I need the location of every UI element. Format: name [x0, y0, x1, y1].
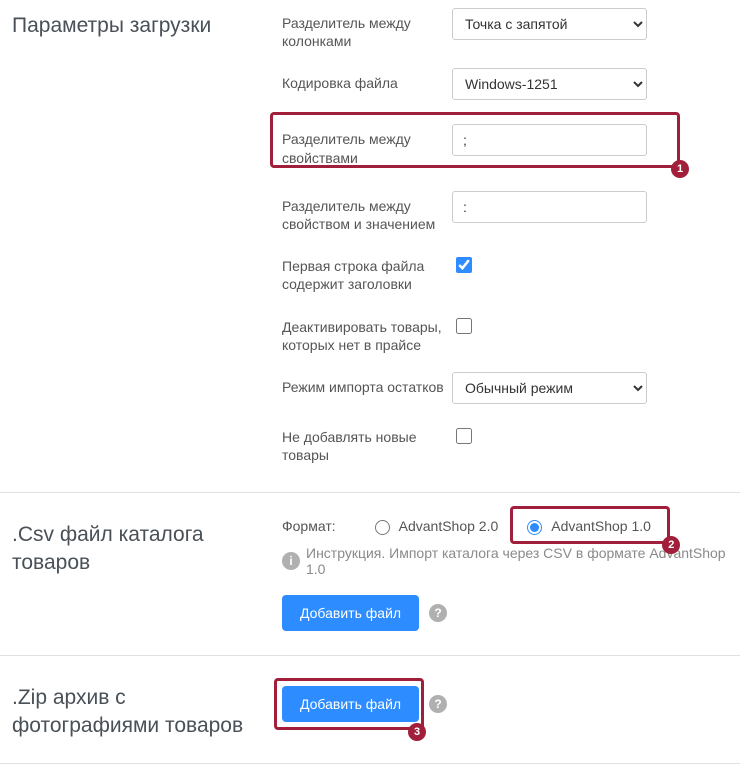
field-control — [452, 124, 728, 156]
info-icon: i — [282, 552, 300, 570]
csv-add-file-row: Добавить файл ? — [282, 595, 728, 631]
csv-add-file-button[interactable]: Добавить файл — [282, 595, 419, 631]
section-title-zip: .Zip архив с фотографиями товаров — [12, 680, 262, 739]
field-label: Деактивировать товары, которых нет в пра… — [282, 312, 452, 354]
field-label: Не добавлять новые товары — [282, 422, 452, 464]
stock-import-mode-select[interactable]: Обычный режим — [452, 372, 647, 404]
field-column-sep: Разделитель между колонками Точка с запя… — [282, 8, 728, 50]
annotation-badge-3: 3 — [408, 723, 426, 741]
help-icon[interactable]: ? — [429, 695, 447, 713]
annotation-badge-1: 1 — [671, 160, 689, 178]
field-label: Разделитель между колонками — [282, 8, 452, 50]
no-add-new-checkbox[interactable] — [456, 428, 472, 444]
field-encoding: Кодировка файла Windows-1251 — [282, 68, 728, 100]
section-body: 3 Добавить файл ? — [262, 680, 728, 739]
encoding-select[interactable]: Windows-1251 — [452, 68, 647, 100]
field-label: Первая строка файла содержит заголовки — [282, 251, 452, 293]
radio-advantshop-2-input[interactable] — [375, 520, 390, 535]
section-title-upload-params: Параметры загрузки — [12, 8, 262, 468]
column-sep-select[interactable]: Точка с запятой — [452, 8, 647, 40]
prop-sep-input[interactable] — [452, 124, 647, 156]
zip-add-file-button[interactable]: Добавить файл — [282, 686, 419, 722]
field-no-add-new: Не добавлять новые товары — [282, 422, 728, 464]
instruction-row: i Инструкция. Импорт каталога через CSV … — [282, 545, 728, 577]
field-stock-import-mode: Режим импорта остатков Обычный режим — [282, 372, 728, 404]
first-row-headers-checkbox[interactable] — [456, 257, 472, 273]
radio-label: AdvantShop 2.0 — [399, 518, 499, 534]
radio-label: AdvantShop 1.0 — [551, 518, 651, 534]
field-control: Windows-1251 — [452, 68, 728, 100]
field-control: Обычный режим — [452, 372, 728, 404]
field-label: Разделитель между свойствами — [282, 124, 452, 166]
field-control — [452, 422, 728, 447]
radio-advantshop-1-input[interactable] — [527, 520, 542, 535]
field-control — [452, 191, 728, 223]
section-body: Формат: AdvantShop 2.0 2 AdvantShop 1.0 … — [262, 517, 728, 631]
zip-add-file-row: 3 Добавить файл ? — [282, 686, 728, 722]
section-title-csv: .Csv файл каталога товаров — [12, 517, 262, 631]
field-first-row-headers: Первая строка файла содержит заголовки — [282, 251, 728, 293]
propval-sep-input[interactable] — [452, 191, 647, 223]
format-radio-row: Формат: AdvantShop 2.0 2 AdvantShop 1.0 — [282, 517, 728, 535]
radio-advantshop-2[interactable]: AdvantShop 2.0 — [370, 517, 499, 535]
format-label: Формат: — [282, 518, 336, 534]
field-deactivate-missing: Деактивировать товары, которых нет в пра… — [282, 312, 728, 354]
radio-advantshop-1[interactable]: AdvantShop 1.0 — [522, 517, 651, 535]
field-label: Разделитель между свойством и значением — [282, 191, 452, 233]
section-body: Разделитель между колонками Точка с запя… — [262, 8, 728, 468]
section-upload-params: Параметры загрузки Разделитель между кол… — [0, 0, 740, 493]
deactivate-missing-checkbox[interactable] — [456, 318, 472, 334]
radio-advantshop-1-wrapper: 2 AdvantShop 1.0 — [522, 517, 651, 535]
field-label: Кодировка файла — [282, 68, 452, 92]
field-control: Точка с запятой — [452, 8, 728, 40]
field-prop-sep: 1 Разделитель между свойствами — [282, 118, 728, 172]
section-csv-file: .Csv файл каталога товаров Формат: Advan… — [0, 493, 740, 656]
field-control — [452, 251, 728, 276]
field-propval-sep: Разделитель между свойством и значением — [282, 191, 728, 233]
section-zip-archive: .Zip архив с фотографиями товаров 3 Доба… — [0, 656, 740, 764]
field-label: Режим импорта остатков — [282, 372, 452, 396]
field-control — [452, 312, 728, 337]
help-icon[interactable]: ? — [429, 604, 447, 622]
